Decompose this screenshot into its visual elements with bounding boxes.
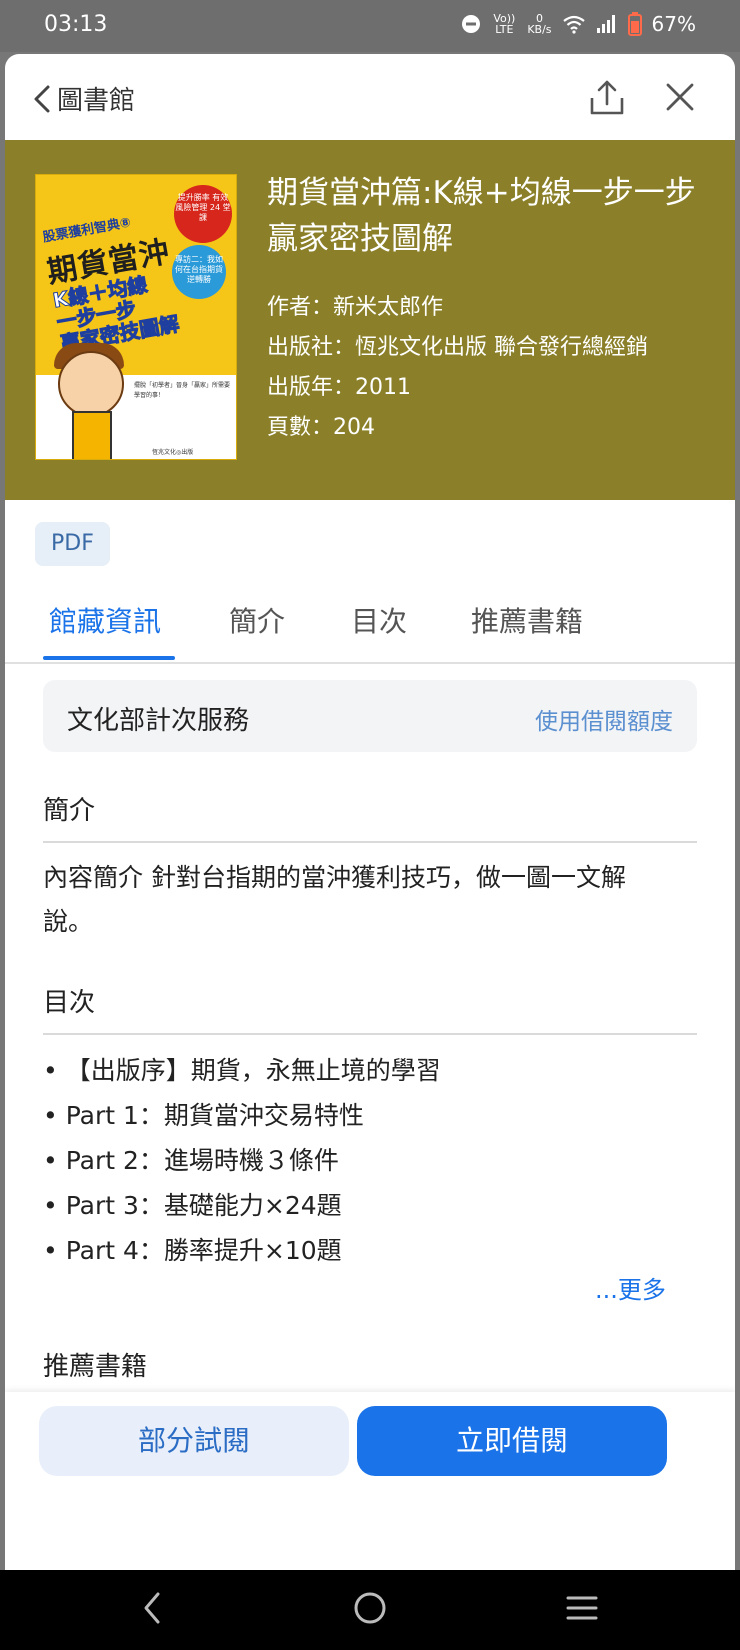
share-icon [590, 80, 624, 115]
borrow-button[interactable]: 立即借閱 [357, 1406, 667, 1476]
toc-item: • Part 4：勝率提升×10題 [43, 1236, 342, 1265]
cover-character-body [72, 411, 112, 459]
close-icon [666, 83, 694, 111]
net-speed: 0 KB/s [527, 13, 551, 35]
book-detail-sheet: 圖書館 提升勝率 有效 風險管理 24 堂課 專訪二：我如何在台指期貨逆轉勝 股… [5, 54, 735, 1570]
tab-toc[interactable]: 目次 [351, 600, 407, 640]
share-button[interactable] [587, 78, 627, 122]
use-quota-link[interactable]: 使用借閱額度 [535, 702, 673, 736]
close-button[interactable] [665, 82, 695, 116]
back-chevron-icon [34, 85, 50, 112]
status-bar: 03:13 Vo)) LTE 0 KB/s 67% [0, 0, 740, 52]
nav-home-button[interactable] [352, 1588, 388, 1632]
tab-bar: 館藏資訊 簡介 目次 推薦書籍 [5, 578, 735, 664]
nav-back-button[interactable] [140, 1588, 164, 1632]
top-bar: 圖書館 [5, 54, 735, 144]
status-icons: Vo)) LTE 0 KB/s 67% [461, 12, 696, 36]
intro-text: 內容簡介 針對台指期的當沖獲利技巧，做一圖一文解說。 [43, 863, 626, 936]
book-year: 出版年：2011 [267, 375, 411, 400]
cover-character-face [58, 351, 124, 417]
signal-icon [596, 15, 615, 33]
nav-home-icon [354, 1592, 386, 1624]
toc-heading: 目次 [43, 982, 697, 1035]
book-publisher: 出版社：恆兆文化出版 聯合發行總經銷 [267, 335, 648, 360]
service-row: 文化部計次服務 使用借閱額度 [43, 680, 697, 752]
service-label: 文化部計次服務 [67, 706, 250, 736]
net-speed-unit: KB/s [527, 23, 552, 36]
back-button[interactable]: 圖書館 [33, 80, 135, 117]
preview-button[interactable]: 部分試閱 [39, 1406, 349, 1476]
tab-intro[interactable]: 簡介 [229, 600, 285, 640]
book-author: 作者：新米太郎作 [267, 295, 444, 320]
status-time: 03:13 [44, 12, 108, 37]
cover-lead-text: 擺脫「初學者」晉身「贏家」所需要學習的事！ [134, 382, 231, 399]
toc-item: • Part 2：進場時機３條件 [43, 1146, 339, 1175]
book-meta: 作者：新米太郎作 出版社：恆兆文化出版 聯合發行總經銷 出版年：2011 頁數：… [267, 288, 717, 448]
format-badge: PDF [35, 522, 110, 566]
toc-more-link[interactable]: ...更多 [595, 1270, 666, 1305]
action-bar: 部分試閱 立即借閱 [5, 1392, 735, 1570]
volte-indicator: Vo)) LTE [493, 12, 516, 36]
tab-indicator [43, 656, 175, 660]
book-title: 期貨當沖篇:K線+均線一步一步贏家密技圖解 [267, 175, 696, 257]
toc-item: • 【出版序】期貨，永無止境的學習 [43, 1056, 441, 1085]
dnd-icon [462, 15, 481, 33]
toc-item: • Part 1：期貨當沖交易特性 [43, 1101, 364, 1130]
toc-item: • Part 3：基礎能力×24題 [43, 1191, 342, 1220]
battery-icon [627, 12, 642, 36]
cover-badge-blue: 專訪二：我如何在台指期貨逆轉勝 [172, 245, 226, 299]
toc-list: • 【出版序】期貨，永無止境的學習 • Part 1：期貨當沖交易特性 • Pa… [43, 1048, 697, 1273]
nav-recents-button[interactable] [564, 1588, 600, 1632]
nav-back-icon [144, 1592, 160, 1624]
tab-holdings[interactable]: 館藏資訊 [49, 600, 161, 640]
wifi-icon [562, 15, 585, 34]
system-nav-bar [0, 1570, 740, 1650]
book-cover: 提升勝率 有效 風險管理 24 堂課 專訪二：我如何在台指期貨逆轉勝 股票獲利智… [35, 174, 237, 460]
intro-heading: 簡介 [43, 790, 697, 843]
cover-publisher-mark: 恆兆文化◎出版 [152, 449, 194, 456]
nav-recents-icon [566, 1596, 598, 1620]
battery-level: 67% [651, 12, 696, 36]
book-hero: 提升勝率 有效 風險管理 24 堂課 專訪二：我如何在台指期貨逆轉勝 股票獲利智… [5, 140, 735, 500]
book-pages: 頁數：204 [267, 415, 375, 440]
cover-badge-red: 提升勝率 有效 風險管理 24 堂課 [174, 185, 232, 243]
tab-recommend[interactable]: 推薦書籍 [471, 600, 583, 640]
back-label: 圖書館 [57, 86, 136, 116]
